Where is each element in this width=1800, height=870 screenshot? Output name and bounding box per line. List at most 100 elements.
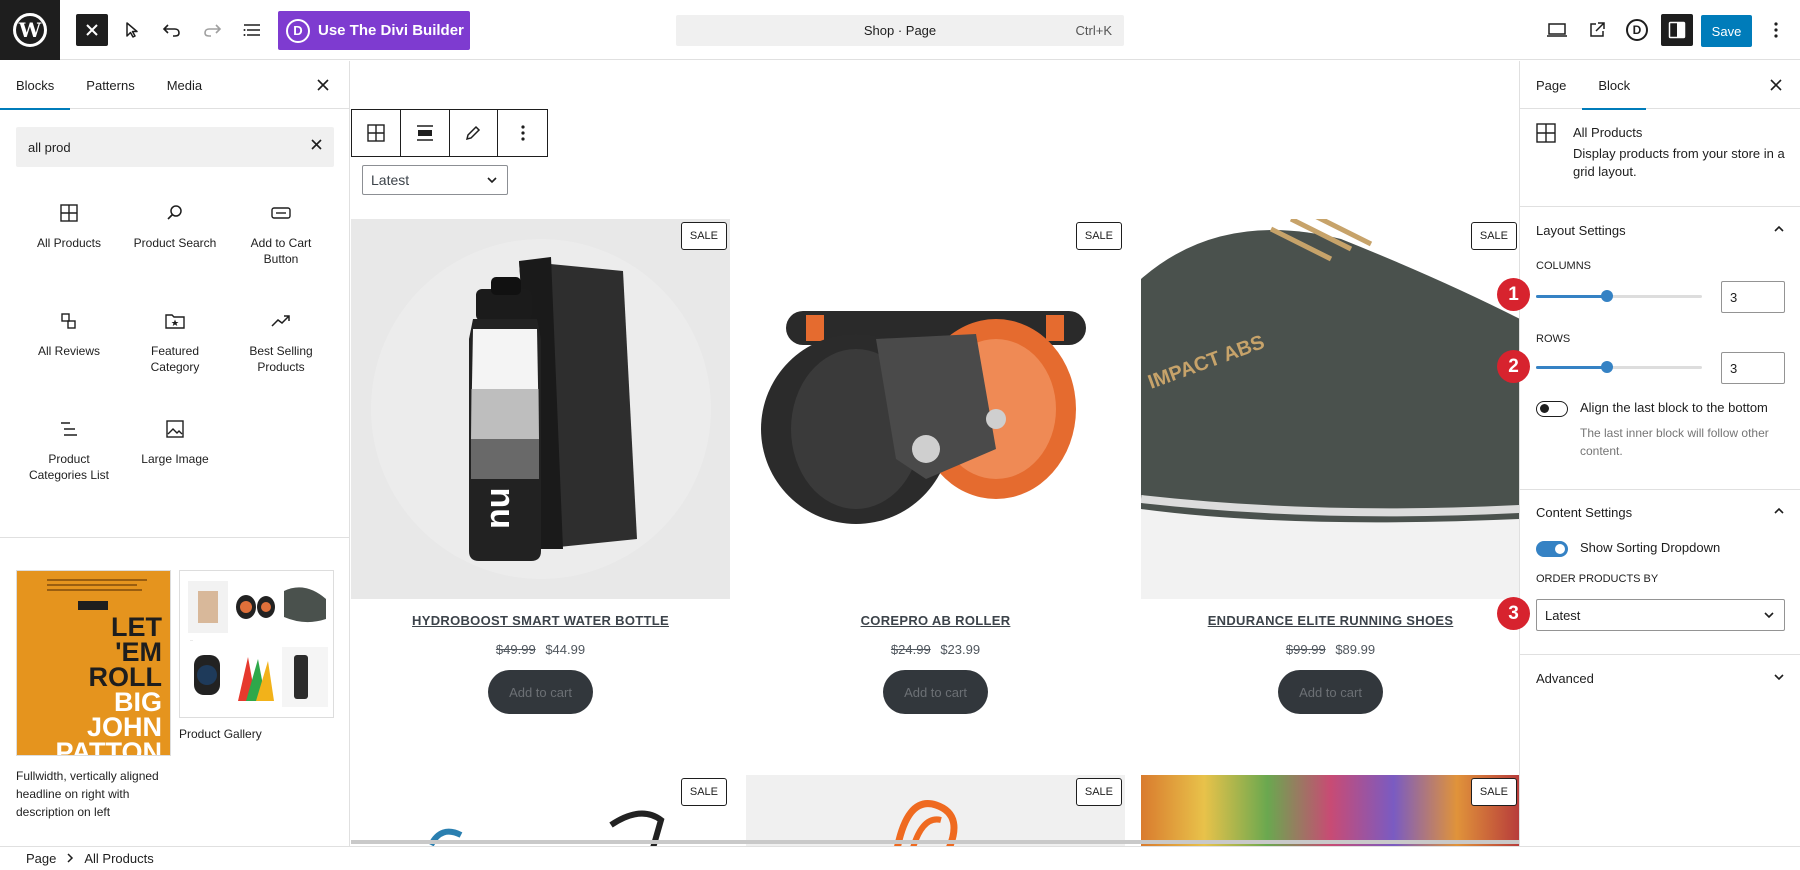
svg-text:---: --- (190, 638, 193, 642)
product-image[interactable]: SALE (351, 775, 730, 846)
pattern-mini-button (78, 601, 108, 610)
block-featured-category[interactable]: Featured Category (122, 309, 228, 387)
content-settings-toggle[interactable]: Content Settings (1536, 504, 1786, 521)
divi-d-icon[interactable]: D (1621, 14, 1653, 46)
wordpress-logo-icon[interactable]: W (0, 0, 60, 60)
close-inserter-button[interactable] (76, 14, 108, 46)
product-card: nu SALE HYDROBOOST SMART WATER BOTTLE $4… (351, 219, 730, 714)
slider-fill (1536, 295, 1608, 298)
pattern-caption: Product Gallery (179, 727, 262, 741)
rows-slider[interactable] (1536, 357, 1702, 377)
product-image[interactable]: SALE (746, 219, 1125, 599)
top-toolbar: W D Use The Divi Builder Shop · Page Ctr… (0, 0, 1800, 60)
old-price: $99.99 (1285, 642, 1326, 657)
old-price: $49.99 (495, 642, 536, 657)
add-to-cart-button[interactable]: Add to cart (1278, 670, 1383, 714)
columns-slider[interactable] (1536, 286, 1702, 306)
add-to-cart-button[interactable]: Add to cart (488, 670, 593, 714)
slider-thumb[interactable] (1601, 290, 1614, 302)
align-last-block-toggle[interactable] (1536, 401, 1568, 417)
pattern-preview-headline[interactable]: LET 'EM ROLL BIG JOHN PATTON (16, 570, 171, 756)
use-divi-builder-button[interactable]: D Use The Divi Builder (278, 11, 470, 50)
tab-page[interactable]: Page (1520, 61, 1582, 109)
settings-sidebar-toggle-icon[interactable] (1661, 14, 1693, 46)
pattern-caption: Fullwidth, vertically aligned headline o… (16, 769, 159, 819)
product-card: SALE (351, 775, 730, 846)
sorting-dropdown-toggle[interactable] (1536, 541, 1568, 557)
settings-sidebar: Page Block All Products Display products… (1519, 61, 1800, 846)
pattern-headline: LET 'EM ROLL BIG JOHN PATTON (56, 614, 163, 756)
slider-thumb[interactable] (1601, 361, 1614, 373)
search-input[interactable] (28, 139, 288, 155)
tab-block[interactable]: Block (1582, 61, 1646, 110)
block-all-reviews[interactable]: All Reviews (16, 309, 122, 387)
editor-canvas: Latest nu SALE HYDROBOOST SMART WATER BO… (351, 61, 1519, 846)
chevron-up-icon (1772, 222, 1786, 239)
block-product-search[interactable]: Product Search (122, 201, 228, 279)
sale-badge: SALE (680, 778, 727, 806)
list-icon (57, 417, 81, 441)
product-sort-select[interactable]: Latest (362, 165, 508, 195)
clear-search-icon[interactable] (311, 137, 322, 153)
sort-value: Latest (371, 172, 410, 188)
block-label: Product Categories List (28, 452, 110, 482)
product-image[interactable]: nu SALE (351, 219, 730, 599)
breadcrumb-item[interactable]: Page (26, 851, 56, 866)
align-icon[interactable] (401, 110, 450, 156)
pattern-description-lines (47, 579, 147, 595)
product-image[interactable]: SALE (1141, 775, 1519, 846)
block-best-selling-products[interactable]: Best Selling Products (228, 309, 334, 387)
product-title[interactable]: ENDURANCE ELITE RUNNING SHOES (1141, 613, 1519, 628)
block-search-field (16, 127, 334, 167)
svg-text:nu: nu (479, 487, 517, 529)
panel-title: Layout Settings (1536, 223, 1626, 238)
add-to-cart-button[interactable]: Add to cart (883, 670, 988, 714)
order-products-select[interactable]: Latest (1536, 599, 1785, 631)
grid-icon (1536, 123, 1556, 146)
annotation-marker: 3 (1497, 597, 1530, 630)
breadcrumb-item[interactable]: All Products (84, 851, 153, 866)
layout-settings-toggle[interactable]: Layout Settings (1536, 222, 1786, 239)
rows-input[interactable]: 3 (1721, 352, 1785, 384)
close-icon[interactable] (1764, 73, 1788, 97)
view-page-external-icon[interactable] (1581, 14, 1613, 46)
search-icon (163, 201, 187, 225)
save-button[interactable]: Save (1701, 15, 1752, 47)
reviews-icon (57, 309, 81, 333)
select-tool-icon[interactable] (116, 14, 148, 46)
divi-d-letter: D (1626, 19, 1648, 41)
slider-fill (1536, 366, 1608, 369)
columns-input[interactable]: 3 (1721, 281, 1785, 313)
device-preview-icon[interactable] (1541, 14, 1573, 46)
block-type-grid-icon[interactable] (352, 110, 401, 156)
product-image[interactable]: IMPACT ABS SALE (1141, 219, 1519, 599)
ab-roller-image (761, 311, 1086, 524)
product-image[interactable]: SALE (746, 775, 1125, 846)
block-all-products[interactable]: All Products (16, 201, 122, 279)
document-title: Shop · Page (863, 23, 937, 38)
document-overview-icon[interactable] (236, 14, 268, 46)
block-product-categories-list[interactable]: Product Categories List (16, 417, 122, 495)
tab-patterns[interactable]: Patterns (70, 61, 150, 109)
undo-icon[interactable] (156, 14, 188, 46)
canvas-scrollbar[interactable] (351, 840, 1519, 844)
options-menu-icon[interactable] (1760, 14, 1792, 46)
block-add-to-cart-button[interactable]: Add to Cart Button (228, 201, 334, 279)
edit-pencil-icon[interactable] (450, 110, 499, 156)
command-palette-button[interactable]: Shop · Page Ctrl+K (676, 15, 1124, 46)
block-label: Product Search (133, 236, 217, 250)
advanced-toggle[interactable]: Advanced (1536, 670, 1786, 687)
tab-blocks[interactable]: Blocks (0, 61, 71, 110)
block-large-image[interactable]: Large Image (122, 417, 228, 495)
product-title[interactable]: HYDROBOOST SMART WATER BOTTLE (351, 613, 730, 628)
more-options-icon[interactable] (498, 110, 547, 156)
block-label: Featured Category (150, 344, 200, 374)
product-title[interactable]: COREPRO AB ROLLER (746, 613, 1125, 628)
close-icon[interactable] (311, 73, 335, 97)
tab-media[interactable]: Media (151, 61, 218, 109)
sale-price: $89.99 (1335, 642, 1376, 657)
sale-badge: SALE (680, 222, 727, 250)
redo-icon[interactable] (196, 14, 228, 46)
product-card: IMPACT ABS SALE ENDURANCE ELITE RUNNING … (1141, 219, 1519, 714)
pattern-preview-product-gallery[interactable]: --- (179, 570, 334, 718)
